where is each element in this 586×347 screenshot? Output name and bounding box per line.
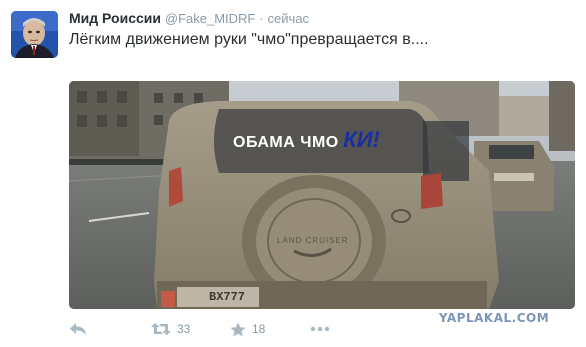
spare-wheel-brand: LAND CRUISER bbox=[277, 236, 349, 245]
author-handle[interactable]: @Fake_MIDRF bbox=[165, 11, 256, 26]
photo-dusty-suv bbox=[69, 81, 575, 309]
tweet-text: Лёгким движением руки "чмо"превращается … bbox=[69, 31, 429, 48]
window-text-add: КИ! bbox=[343, 127, 380, 152]
avatar-image bbox=[11, 11, 58, 58]
window-writing: ОБАМА ЧМО КИ! bbox=[233, 127, 380, 153]
retweet-icon bbox=[151, 323, 171, 335]
tweet-photo[interactable]: ОБАМА ЧМО КИ! LAND CRUISER ВХ777 bbox=[69, 81, 575, 309]
license-plate: ВХ777 bbox=[209, 290, 246, 304]
tweet: Мид Роиссии @Fake_MIDRF · сейчас Лёгким … bbox=[0, 0, 586, 347]
retweet-count: 33 bbox=[177, 322, 191, 336]
favorite-count: 18 bbox=[252, 322, 266, 336]
reply-icon bbox=[70, 323, 86, 335]
window-text-main: ОБАМА ЧМО bbox=[233, 134, 339, 151]
avatar[interactable] bbox=[11, 11, 58, 58]
separator: · bbox=[259, 11, 264, 26]
favorite-button[interactable]: 18 bbox=[230, 318, 265, 340]
retweet-button[interactable]: 33 bbox=[151, 318, 190, 340]
author-name[interactable]: Мид Роиссии bbox=[69, 10, 161, 26]
tweet-time[interactable]: сейчас bbox=[268, 11, 310, 26]
star-icon bbox=[230, 322, 246, 336]
reply-button[interactable] bbox=[69, 318, 87, 340]
more-button[interactable] bbox=[310, 318, 330, 340]
tweet-header: Мид Роиссии @Fake_MIDRF · сейчас bbox=[69, 10, 309, 26]
more-icon bbox=[310, 326, 330, 332]
watermark: YAPLAKAL.COM bbox=[438, 311, 550, 325]
